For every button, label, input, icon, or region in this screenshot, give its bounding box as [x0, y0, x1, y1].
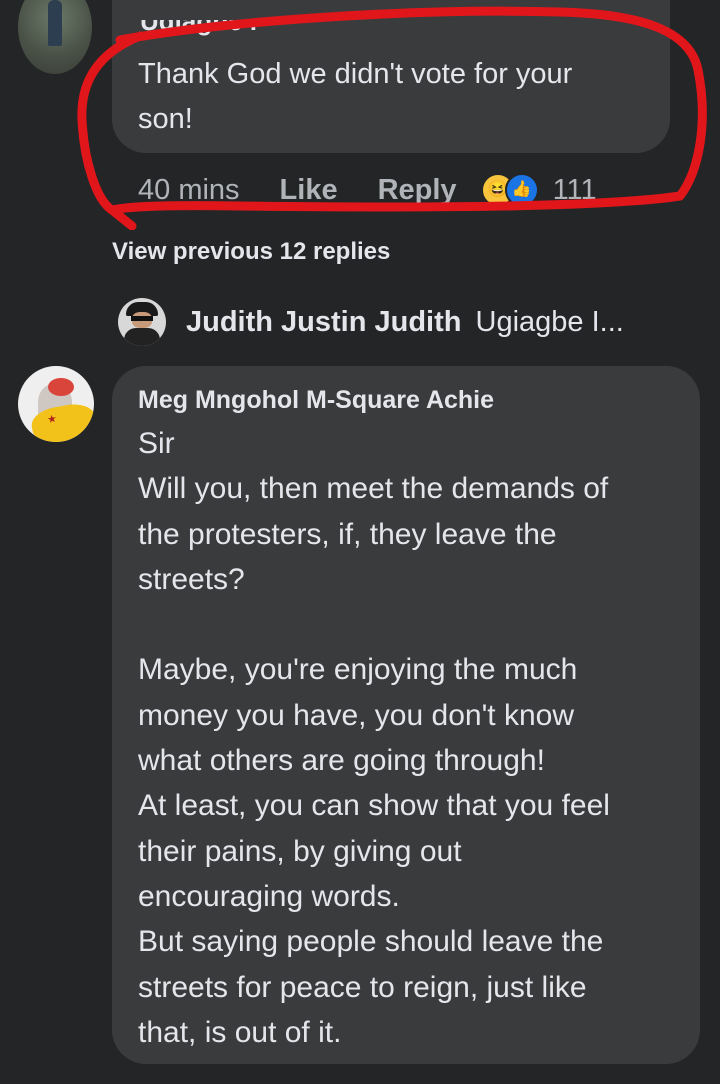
comments-thread: Ugiagbe I Thank God we didn't vote for y… — [0, 0, 720, 1084]
commenter-avatar[interactable] — [18, 0, 92, 74]
comment-line: their pains, by giving out — [138, 834, 462, 868]
comment-line: Maybe, you're enjoying the much — [138, 653, 578, 687]
comment-line: that, is out of it. — [138, 1015, 342, 1049]
like-icon: 👍 — [504, 173, 539, 207]
comment-line: the protesters, if, they leave the — [138, 517, 557, 551]
comment-actions: 40 mins Like Reply 😆 👍 111 — [138, 170, 597, 210]
avatar-badge-text: ★ — [47, 413, 57, 425]
comment-line: streets for peace to reign, just like — [138, 970, 587, 1004]
comment-line: Sir — [138, 427, 175, 460]
comment-line: At least, you can show that you feel — [138, 789, 610, 823]
view-previous-replies-link[interactable]: View previous 12 replies — [112, 238, 390, 266]
collapsed-reply[interactable]: Judith Justin Judith Ugiagbe I... — [118, 296, 624, 348]
reply-author-name[interactable]: Judith Justin Judith — [186, 306, 462, 339]
comment-text: Sir Will you, then meet the demands of the… — [138, 421, 683, 1055]
comment-line: what others are going through! — [138, 744, 545, 778]
comment-author[interactable]: Ugiagbe I — [140, 20, 257, 40]
comment-line — [138, 602, 683, 647]
comment-line: But saying people should leave the — [138, 925, 604, 959]
comment-line: streets? — [138, 562, 245, 596]
avatar-glasses — [131, 316, 153, 321]
comment-line: Will you, then meet the demands of — [138, 472, 609, 506]
comment-author[interactable]: Meg Mngohol M-Square Achie — [138, 386, 494, 415]
avatar-red-mark — [48, 378, 74, 396]
reply-button[interactable]: Reply — [378, 174, 457, 207]
commenter-avatar[interactable]: ★ — [18, 366, 94, 442]
comment-line: encouraging words. — [138, 879, 400, 913]
comment-timestamp[interactable]: 40 mins — [138, 174, 240, 207]
reply-author-avatar[interactable] — [118, 298, 166, 346]
avatar-figure — [48, 0, 62, 46]
reaction-count: 111 — [552, 173, 597, 206]
reply-snippet: Ugiagbe I... — [475, 305, 624, 338]
comment-text: Thank God we didn't vote for your son! — [138, 58, 573, 135]
reactions-summary[interactable]: 😆 👍 111 — [480, 173, 597, 207]
avatar-body — [124, 328, 160, 346]
like-button[interactable]: Like — [280, 174, 338, 207]
comment-line: money you have, you don't know — [138, 698, 574, 732]
